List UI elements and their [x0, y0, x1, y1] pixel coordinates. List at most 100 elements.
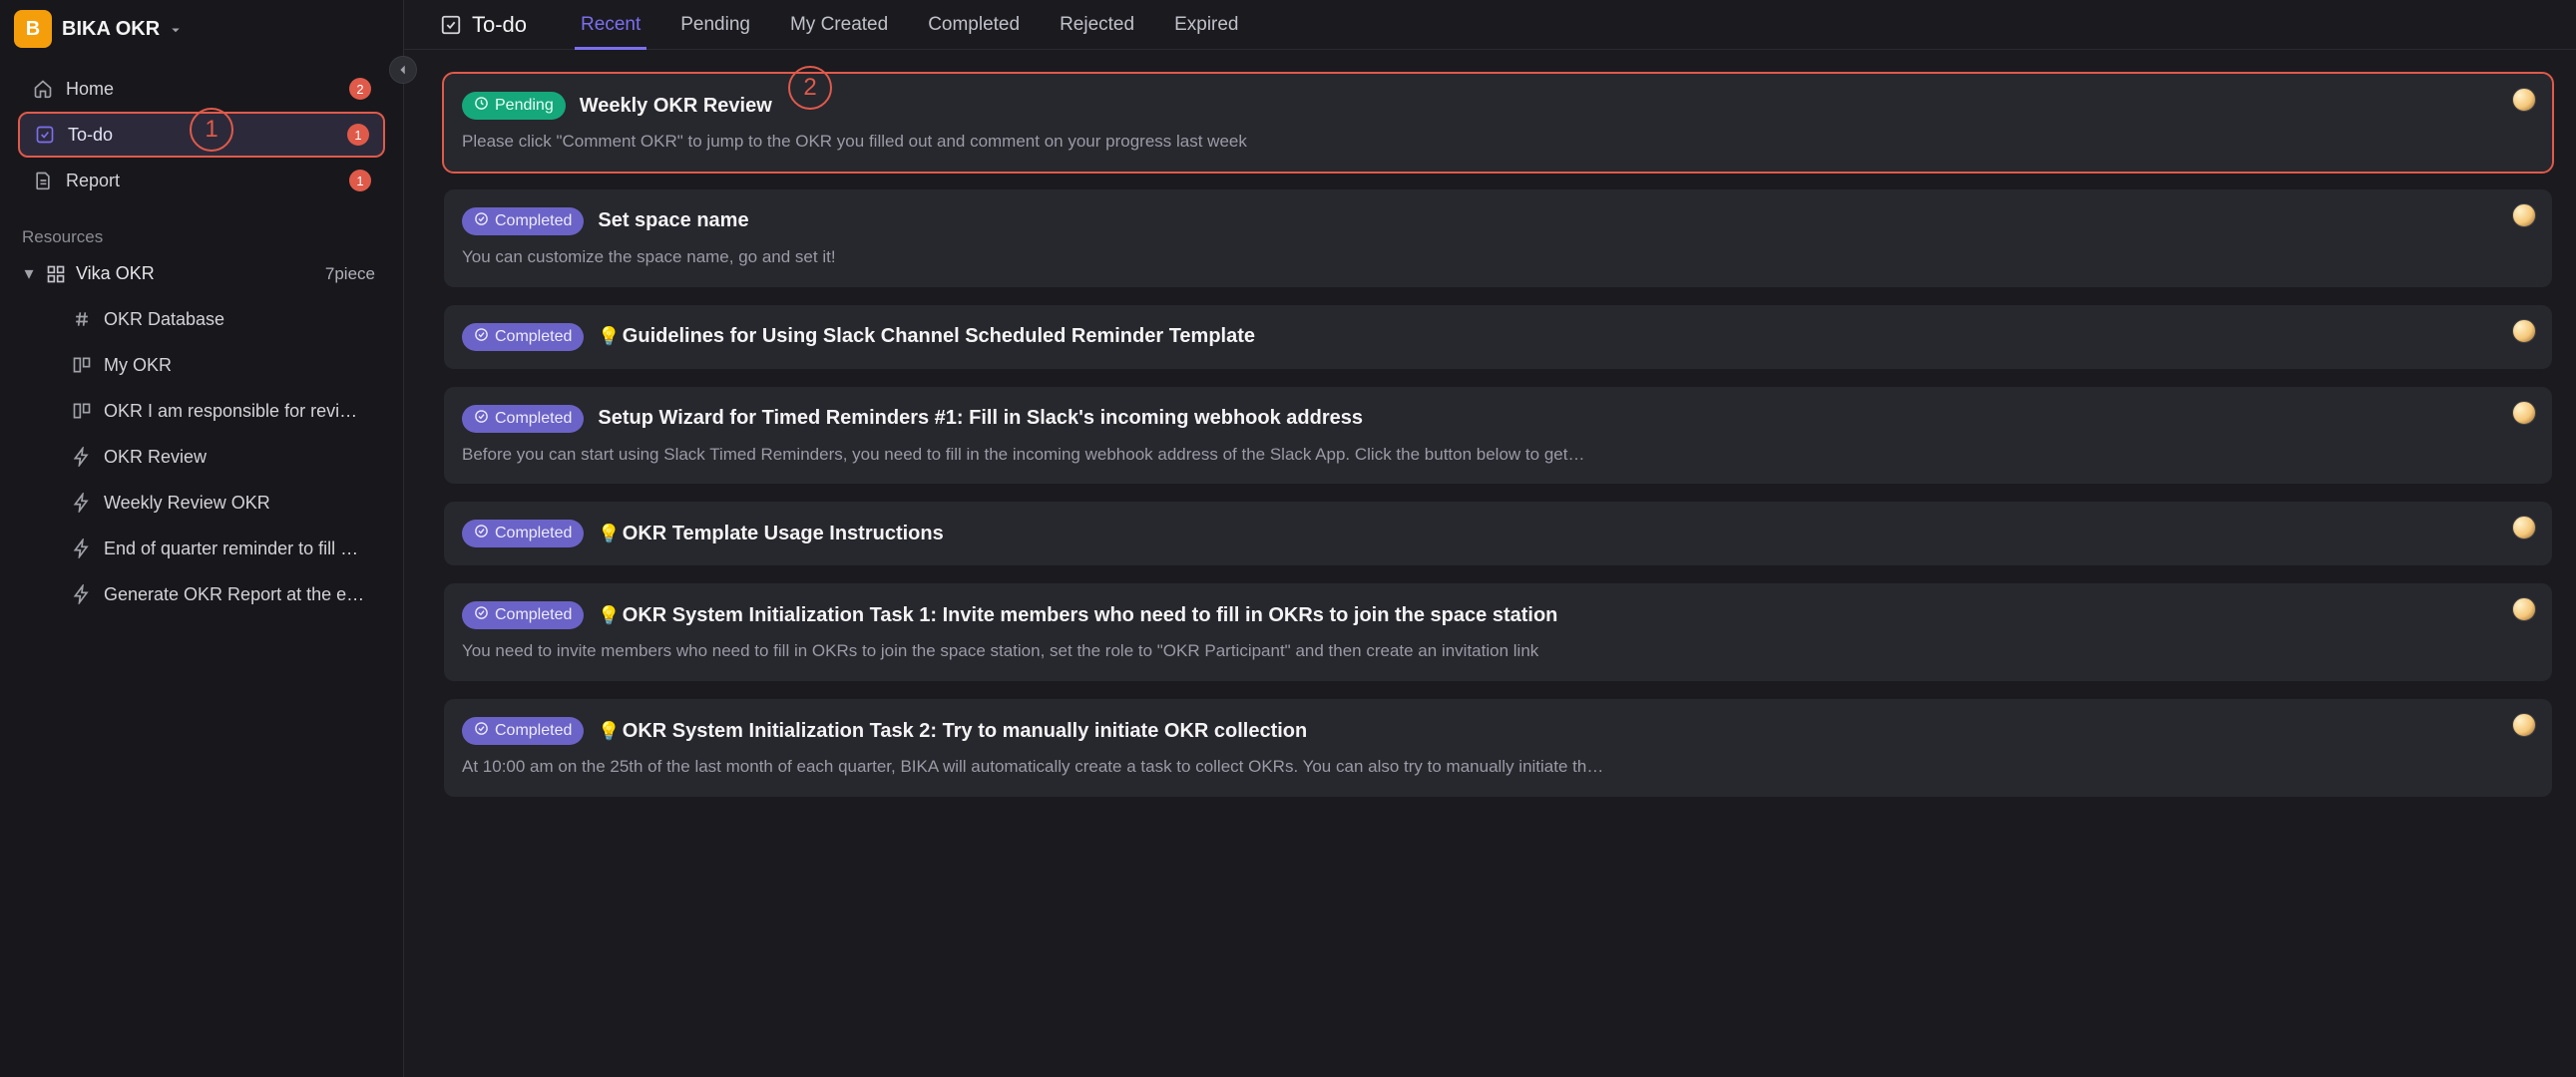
resource-tree: OKR Database My OKR OKR I am responsible f… — [0, 292, 403, 621]
tab-label: Recent — [581, 14, 641, 36]
card-title-text: Setup Wizard for Timed Reminders #1: Fil… — [598, 407, 1363, 429]
resource-space-header[interactable]: ▾ Vika OKR 7piece — [0, 255, 403, 292]
tree-item[interactable]: OKR I am responsible for revi… — [0, 388, 403, 434]
assignee-avatar[interactable] — [2512, 713, 2536, 737]
status-label: Pending — [495, 97, 554, 115]
status-label: Completed — [495, 722, 572, 740]
card-description: Please click "Comment OKR" to jump to th… — [462, 130, 2534, 154]
nav-badge: 1 — [347, 124, 369, 146]
nav-badge: 2 — [349, 78, 371, 100]
card-head: PendingWeekly OKR Review — [462, 92, 2534, 120]
tree-item-label: End of quarter reminder to fill … — [104, 538, 358, 559]
tab-label: Pending — [680, 14, 750, 36]
doc-icon — [32, 170, 54, 191]
board-icon — [72, 401, 92, 421]
tree-item-label: OKR Database — [104, 309, 224, 330]
tree-item[interactable]: Weekly Review OKR — [0, 480, 403, 526]
card-title-text: OKR System Initialization Task 1: Invite… — [623, 604, 1558, 626]
card-title: 💡OKR System Initialization Task 2: Try t… — [598, 720, 1307, 743]
card-title: Set space name — [598, 209, 748, 232]
todo-card[interactable]: Completed 💡OKR System Initialization Task… — [444, 583, 2552, 681]
status-pending-pill: Pending — [462, 92, 566, 120]
resource-space-name: Vika OKR — [76, 263, 155, 284]
todo-card[interactable]: Completed 💡Guidelines for Using Slack Cha… — [444, 305, 2552, 369]
tree-item-label: Weekly Review OKR — [104, 493, 270, 514]
tab-recent[interactable]: Recent — [561, 0, 660, 50]
assignee-avatar[interactable] — [2512, 401, 2536, 425]
todo-card[interactable]: PendingWeekly OKR Review Please click "Co… — [444, 74, 2552, 172]
expand-triangle-icon[interactable]: ▾ — [22, 263, 36, 284]
page-title: To-do — [440, 12, 527, 38]
check-circle-icon — [474, 605, 489, 625]
hash-icon — [72, 309, 92, 329]
nav-item-report[interactable]: Report1 — [18, 158, 385, 203]
bulb-icon: 💡 — [598, 524, 620, 543]
card-head: Completed Setup Wizard for Timed Reminder… — [462, 405, 2534, 433]
status-label: Completed — [495, 212, 572, 230]
card-title-text: OKR System Initialization Task 2: Try to… — [623, 720, 1307, 742]
board-icon — [72, 355, 92, 375]
tab-rejected[interactable]: Rejected — [1040, 0, 1154, 50]
check-circle-icon — [474, 721, 489, 741]
bolt-icon — [72, 493, 92, 513]
topbar: To-do Recent Pending My Created Completed Re… — [404, 0, 2576, 50]
todo-list: PendingWeekly OKR Review Please click "Co… — [404, 50, 2576, 1077]
check-icon — [34, 124, 56, 146]
tree-item-label: OKR Review — [104, 447, 207, 468]
tab-expired[interactable]: Expired — [1154, 0, 1258, 50]
status-label: Completed — [495, 328, 572, 346]
resources-section-label: Resources — [0, 203, 403, 255]
card-title: 💡Guidelines for Using Slack Channel Sche… — [598, 325, 1255, 348]
tree-item[interactable]: My OKR — [0, 342, 403, 388]
tab-label: My Created — [790, 14, 888, 36]
bulb-icon: 💡 — [598, 326, 620, 346]
card-head: Completed 💡OKR System Initialization Task… — [462, 601, 2534, 629]
tab-label: Expired — [1174, 14, 1238, 36]
tree-item[interactable]: OKR Review — [0, 434, 403, 480]
check-circle-icon — [474, 524, 489, 543]
sidebar: B BIKA OKR Home2To-do1Report1 Resources … — [0, 0, 404, 1077]
clock-icon — [474, 96, 489, 116]
bulb-icon: 💡 — [598, 605, 620, 625]
status-completed-pill: Completed — [462, 520, 584, 547]
todo-card[interactable]: Completed 💡OKR Template Usage Instruction… — [444, 502, 2552, 565]
card-title-text: Set space name — [598, 209, 748, 231]
home-icon — [32, 78, 54, 100]
todo-card[interactable]: Completed 💡OKR System Initialization Task… — [444, 699, 2552, 797]
tab-my-created[interactable]: My Created — [770, 0, 908, 50]
card-title: 💡OKR Template Usage Instructions — [598, 523, 943, 545]
card-head: Completed 💡Guidelines for Using Slack Cha… — [462, 323, 2534, 351]
tree-item[interactable]: OKR Database — [0, 296, 403, 342]
workspace-name: BIKA OKR — [62, 18, 160, 41]
tree-item[interactable]: End of quarter reminder to fill … — [0, 526, 403, 571]
status-label: Completed — [495, 410, 572, 428]
tree-item[interactable]: Generate OKR Report at the e… — [0, 571, 403, 617]
resource-space-count: 7piece — [325, 264, 381, 284]
bolt-icon — [72, 538, 92, 558]
assignee-avatar[interactable] — [2512, 319, 2536, 343]
tab-completed[interactable]: Completed — [908, 0, 1040, 50]
nav-item-to-do[interactable]: To-do1 — [18, 112, 385, 158]
status-label: Completed — [495, 606, 572, 624]
card-title-text: OKR Template Usage Instructions — [623, 523, 944, 544]
assignee-avatar[interactable] — [2512, 203, 2536, 227]
bolt-icon — [72, 447, 92, 467]
chevron-down-icon — [170, 23, 182, 35]
status-completed-pill: Completed — [462, 405, 584, 433]
nav-item-home[interactable]: Home2 — [18, 66, 385, 112]
status-completed-pill: Completed — [462, 207, 584, 235]
status-completed-pill: Completed — [462, 717, 584, 745]
workspace-logo: B — [14, 10, 52, 48]
collapse-sidebar-button[interactable] — [389, 56, 417, 84]
bulb-icon: 💡 — [598, 721, 620, 741]
tree-item-label: My OKR — [104, 355, 172, 376]
workspace-switcher[interactable]: B BIKA OKR — [0, 0, 403, 66]
nav-item-label: Report — [66, 171, 120, 191]
todo-card[interactable]: Completed Setup Wizard for Timed Reminder… — [444, 387, 2552, 485]
tab-pending[interactable]: Pending — [660, 0, 770, 50]
tab-label: Rejected — [1060, 14, 1134, 36]
check-circle-icon — [474, 327, 489, 347]
card-description: At 10:00 am on the 25th of the last mont… — [462, 755, 2534, 779]
assignee-avatar[interactable] — [2512, 88, 2536, 112]
todo-card[interactable]: CompletedSet space nameYou can customize… — [444, 189, 2552, 287]
